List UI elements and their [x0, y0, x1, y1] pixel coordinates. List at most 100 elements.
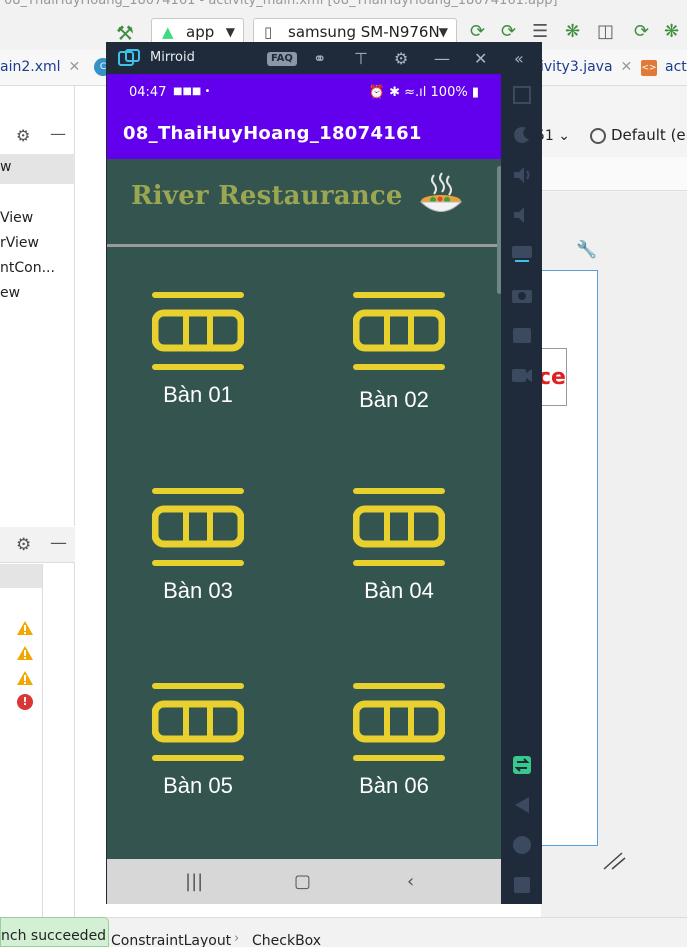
volume-down-icon[interactable] — [511, 204, 533, 226]
home-circle-icon[interactable] — [511, 834, 533, 856]
resize-handle-icon[interactable] — [602, 850, 626, 870]
table-bàn-06[interactable]: Bàn 06 — [307, 683, 487, 813]
palette-item[interactable]: rView — [0, 235, 39, 251]
back-icon[interactable]: ‹ — [407, 871, 414, 892]
debug-bug-icon[interactable]: ❋ — [565, 21, 580, 42]
recents-square-icon[interactable] — [511, 874, 533, 896]
tab-activity3-java[interactable]: ivity3.java ✕ — [540, 59, 632, 75]
faq-button[interactable]: FAQ — [267, 52, 297, 66]
palette-panel: ⚙ — w View rView ntCon... ew — [0, 86, 75, 526]
xml-file-icon: <> — [641, 60, 657, 76]
palette-item[interactable]: View — [0, 210, 33, 226]
android-status-bar: 04:47 ■■■ • ⏰ ✱ ≈.ıl 100% ▮ — [107, 74, 501, 111]
table-bàn-05[interactable]: Bàn 05 — [107, 683, 287, 813]
table-label: Bàn 02 — [359, 387, 429, 412]
table-label: Bàn 05 — [163, 773, 233, 798]
keyboard-icon[interactable] — [511, 242, 533, 264]
record-icon[interactable] — [511, 324, 533, 346]
palette-header[interactable]: w — [0, 154, 75, 184]
warning-icon[interactable] — [16, 645, 34, 661]
component-tree-panel: ⚙ — ! — [0, 527, 75, 919]
chevron-right-icon: › — [234, 931, 240, 946]
home-icon[interactable]: ▢ — [294, 871, 311, 892]
transfer-icon[interactable] — [511, 754, 533, 776]
link-icon[interactable]: ⚭ — [313, 49, 326, 68]
recents-icon[interactable]: ||| — [185, 871, 203, 892]
preview-text-box[interactable]: ce — [540, 348, 567, 406]
minimize-icon[interactable]: — — [434, 49, 450, 68]
wrench-icon[interactable]: 🔧 — [576, 240, 597, 260]
build-toast[interactable]: nch succeeded — [0, 917, 109, 947]
video-camera-icon[interactable] — [511, 364, 533, 386]
table-icon — [152, 292, 244, 370]
sync-icon[interactable]: ⟳ — [634, 21, 649, 42]
warning-icon[interactable] — [16, 670, 34, 686]
mirroid-title: Mirroid — [150, 50, 195, 65]
error-icon[interactable]: ! — [17, 694, 33, 710]
table-bàn-02[interactable]: Bàn 02 — [307, 292, 487, 422]
notification-icons: ■■■ • — [173, 86, 211, 97]
pin-icon[interactable]: ⊤ — [354, 49, 368, 68]
ide-window-title: 08_ThaiHuyHoang_18074161 - activity_main… — [4, 0, 558, 8]
status-time: 04:47 — [129, 85, 167, 100]
warning-icon[interactable] — [16, 620, 34, 636]
gear-icon[interactable]: ⚙ — [16, 126, 30, 145]
tree-selected-row[interactable] — [0, 564, 42, 588]
android-nav-bar: ||| ▢ ‹ — [107, 859, 501, 904]
palette-item[interactable]: ntCon... — [0, 260, 55, 276]
locale-select[interactable]: Default (en- — [611, 126, 687, 144]
restaurant-header: River Restaurance — [107, 159, 501, 247]
sleep-mode-icon[interactable] — [511, 124, 533, 146]
table-icon — [152, 488, 244, 566]
app-bar: 08_ThaiHuyHoang_18074161 — [107, 111, 501, 159]
preview-text: ce — [540, 365, 566, 390]
tab-main2-xml[interactable]: ain2.xml ✕ — [0, 59, 80, 75]
attach-icon[interactable]: ☰ — [532, 21, 548, 42]
table-label: Bàn 06 — [359, 773, 429, 798]
component-tree-toolbar: ⚙ — — [0, 527, 75, 563]
sync-gradle-icon[interactable]: ❋ — [664, 21, 679, 42]
app-title: 08_ThaiHuyHoang_18074161 — [123, 123, 422, 144]
table-icon — [353, 683, 445, 761]
soup-bowl-icon — [419, 172, 463, 212]
breadcrumb-checkbox[interactable]: CheckBox — [252, 933, 321, 947]
apply-changes-icon[interactable]: ⟳ — [470, 21, 485, 42]
gear-icon[interactable]: ⚙ — [394, 49, 408, 68]
device-label: samsung SM-N976N — [288, 23, 440, 41]
tab-activity-xml[interactable]: acti — [665, 59, 687, 75]
close-icon[interactable]: ✕ — [621, 59, 633, 75]
fullscreen-icon[interactable] — [511, 84, 533, 106]
table-bàn-04[interactable]: Bàn 04 — [307, 488, 487, 618]
table-bàn-01[interactable]: Bàn 01 — [107, 292, 287, 422]
restaurant-name: River Restaurance — [131, 181, 403, 211]
minimize-icon[interactable]: — — [50, 124, 66, 143]
mirroid-window: Mirroid FAQ ⚭ ⊤ ⚙ — ✕ « 04:47 ■■■ • ⏰ ✱ … — [106, 42, 542, 904]
mirroid-sidebar — [501, 74, 542, 904]
volume-up-icon[interactable] — [511, 164, 533, 186]
profile-icon[interactable]: ◫ — [597, 21, 614, 42]
palette-item[interactable]: ew — [0, 285, 20, 301]
divider — [42, 564, 43, 919]
mirroid-title-bar: Mirroid FAQ ⚭ ⊤ ⚙ — ✕ « — [106, 42, 542, 74]
gear-icon[interactable]: ⚙ — [16, 535, 31, 555]
design-subtoolbar — [541, 157, 687, 191]
table-label: Bàn 03 — [163, 578, 233, 603]
back-triangle-icon[interactable] — [511, 794, 533, 816]
table-label: Bàn 01 — [163, 382, 233, 407]
minimize-icon[interactable]: — — [50, 533, 67, 553]
mirroid-logo-icon — [118, 49, 140, 66]
close-icon[interactable]: ✕ — [474, 49, 487, 68]
run-config-label: app — [186, 23, 215, 41]
table-icon — [152, 683, 244, 761]
breadcrumb-constraintlayout[interactable]: ConstraintLayout — [111, 933, 231, 947]
device-screen: 04:47 ■■■ • ⏰ ✱ ≈.ıl 100% ▮ 08_ThaiHuyHo… — [107, 74, 501, 904]
camera-icon[interactable] — [511, 284, 533, 306]
battery-level: 100% — [430, 85, 468, 100]
apply-code-changes-icon[interactable]: ⟳ — [501, 21, 516, 42]
ide-title-bar: 08_ThaiHuyHoang_18074161 - activity_main… — [0, 0, 687, 14]
collapse-sidebar-icon[interactable]: « — [514, 49, 524, 68]
close-icon[interactable]: ✕ — [69, 59, 81, 75]
table-bàn-03[interactable]: Bàn 03 — [107, 488, 287, 618]
globe-icon — [590, 128, 606, 144]
tab-label: ivity3.java — [540, 59, 613, 75]
